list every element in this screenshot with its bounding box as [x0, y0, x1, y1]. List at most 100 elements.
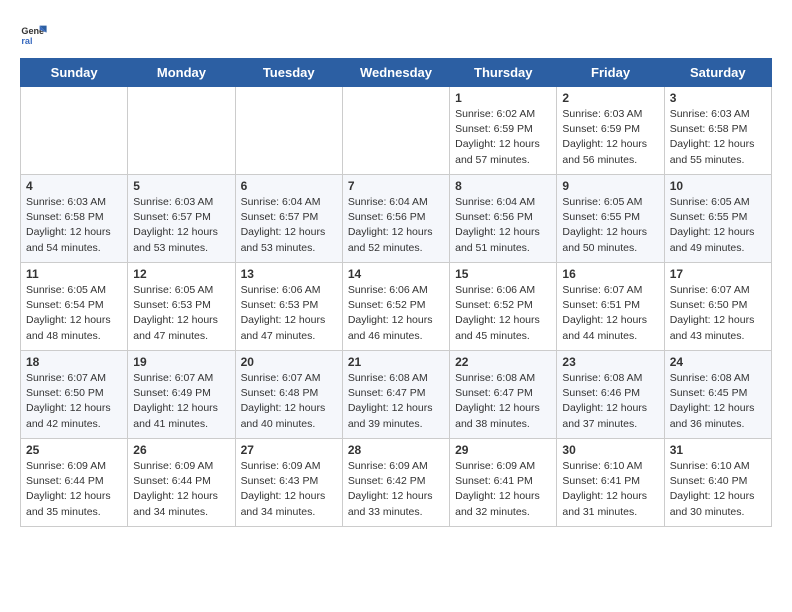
day-info: Sunrise: 6:06 AM Sunset: 6:53 PM Dayligh… [241, 283, 337, 344]
day-info: Sunrise: 6:09 AM Sunset: 6:41 PM Dayligh… [455, 459, 551, 520]
day-number: 14 [348, 267, 444, 281]
day-number: 5 [133, 179, 229, 193]
day-info: Sunrise: 6:09 AM Sunset: 6:43 PM Dayligh… [241, 459, 337, 520]
day-number: 15 [455, 267, 551, 281]
day-info: Sunrise: 6:03 AM Sunset: 6:58 PM Dayligh… [670, 107, 766, 168]
calendar-cell: 1 Sunrise: 6:02 AM Sunset: 6:59 PM Daylig… [450, 87, 557, 175]
logo-icon: Gene ral [20, 20, 48, 48]
day-number: 6 [241, 179, 337, 193]
logo: Gene ral [20, 20, 52, 48]
day-number: 18 [26, 355, 122, 369]
week-row-1: 1 Sunrise: 6:02 AM Sunset: 6:59 PM Daylig… [21, 87, 772, 175]
day-info: Sunrise: 6:04 AM Sunset: 6:56 PM Dayligh… [455, 195, 551, 256]
day-number: 16 [562, 267, 658, 281]
day-info: Sunrise: 6:09 AM Sunset: 6:42 PM Dayligh… [348, 459, 444, 520]
day-number: 27 [241, 443, 337, 457]
calendar-cell: 3Sunrise: 6:03 AM Sunset: 6:58 PM Daylig… [664, 87, 771, 175]
day-header-sunday: Sunday [21, 59, 128, 87]
week-row-3: 11 Sunrise: 6:05 AM Sunset: 6:54 PM Dayli… [21, 263, 772, 351]
day-info: Sunrise: 6:07 AM Sunset: 6:51 PM Dayligh… [562, 283, 658, 344]
calendar-cell: 31Sunrise: 6:10 AM Sunset: 6:40 PM Dayli… [664, 439, 771, 527]
day-number: 4 [26, 179, 122, 193]
calendar-cell: 13 Sunrise: 6:06 AM Sunset: 6:53 PM Dayli… [235, 263, 342, 351]
day-info: Sunrise: 6:06 AM Sunset: 6:52 PM Dayligh… [348, 283, 444, 344]
day-info: Sunrise: 6:07 AM Sunset: 6:48 PM Dayligh… [241, 371, 337, 432]
day-info: Sunrise: 6:05 AM Sunset: 6:55 PM Dayligh… [562, 195, 658, 256]
day-number: 23 [562, 355, 658, 369]
day-number: 22 [455, 355, 551, 369]
calendar-cell: 20Sunrise: 6:07 AM Sunset: 6:48 PM Dayli… [235, 351, 342, 439]
day-number: 8 [455, 179, 551, 193]
day-info: Sunrise: 6:04 AM Sunset: 6:57 PM Dayligh… [241, 195, 337, 256]
calendar-cell: 18 Sunrise: 6:07 AM Sunset: 6:50 PM Dayli… [21, 351, 128, 439]
day-info: Sunrise: 6:03 AM Sunset: 6:59 PM Dayligh… [562, 107, 658, 168]
calendar-cell: 6 Sunrise: 6:04 AM Sunset: 6:57 PM Daylig… [235, 175, 342, 263]
day-info: Sunrise: 6:07 AM Sunset: 6:50 PM Dayligh… [26, 371, 122, 432]
svg-text:ral: ral [21, 36, 32, 46]
week-row-5: 25 Sunrise: 6:09 AM Sunset: 6:44 PM Dayli… [21, 439, 772, 527]
day-number: 13 [241, 267, 337, 281]
day-info: Sunrise: 6:05 AM Sunset: 6:54 PM Dayligh… [26, 283, 122, 344]
day-header-thursday: Thursday [450, 59, 557, 87]
calendar-cell: 29 Sunrise: 6:09 AM Sunset: 6:41 PM Dayli… [450, 439, 557, 527]
day-number: 21 [348, 355, 444, 369]
day-number: 25 [26, 443, 122, 457]
day-info: Sunrise: 6:07 AM Sunset: 6:50 PM Dayligh… [670, 283, 766, 344]
day-number: 24 [670, 355, 766, 369]
week-row-2: 4 Sunrise: 6:03 AM Sunset: 6:58 PM Daylig… [21, 175, 772, 263]
calendar-header: SundayMondayTuesdayWednesdayThursdayFrid… [21, 59, 772, 87]
week-row-4: 18 Sunrise: 6:07 AM Sunset: 6:50 PM Dayli… [21, 351, 772, 439]
day-number: 12 [133, 267, 229, 281]
calendar-cell: 2 Sunrise: 6:03 AM Sunset: 6:59 PM Daylig… [557, 87, 664, 175]
day-info: Sunrise: 6:09 AM Sunset: 6:44 PM Dayligh… [133, 459, 229, 520]
calendar-cell: 16 Sunrise: 6:07 AM Sunset: 6:51 PM Dayli… [557, 263, 664, 351]
calendar-cell: 26 Sunrise: 6:09 AM Sunset: 6:44 PM Dayli… [128, 439, 235, 527]
day-header-friday: Friday [557, 59, 664, 87]
calendar-cell: 25 Sunrise: 6:09 AM Sunset: 6:44 PM Dayli… [21, 439, 128, 527]
calendar-cell: 23Sunrise: 6:08 AM Sunset: 6:46 PM Dayli… [557, 351, 664, 439]
day-number: 9 [562, 179, 658, 193]
calendar-cell [235, 87, 342, 175]
day-number: 17 [670, 267, 766, 281]
day-header-monday: Monday [128, 59, 235, 87]
day-info: Sunrise: 6:03 AM Sunset: 6:58 PM Dayligh… [26, 195, 122, 256]
day-info: Sunrise: 6:05 AM Sunset: 6:55 PM Dayligh… [670, 195, 766, 256]
calendar-cell: 7 Sunrise: 6:04 AM Sunset: 6:56 PM Daylig… [342, 175, 449, 263]
day-number: 26 [133, 443, 229, 457]
day-number: 7 [348, 179, 444, 193]
day-number: 1 [455, 91, 551, 105]
calendar-cell: 10 Sunrise: 6:05 AM Sunset: 6:55 PM Dayli… [664, 175, 771, 263]
day-number: 11 [26, 267, 122, 281]
day-number: 29 [455, 443, 551, 457]
calendar-cell [128, 87, 235, 175]
calendar-table: SundayMondayTuesdayWednesdayThursdayFrid… [20, 58, 772, 527]
day-number: 28 [348, 443, 444, 457]
day-info: Sunrise: 6:06 AM Sunset: 6:52 PM Dayligh… [455, 283, 551, 344]
calendar-cell [342, 87, 449, 175]
calendar-cell: 21 Sunrise: 6:08 AM Sunset: 6:47 PM Dayli… [342, 351, 449, 439]
day-info: Sunrise: 6:08 AM Sunset: 6:47 PM Dayligh… [455, 371, 551, 432]
day-number: 31 [670, 443, 766, 457]
calendar-cell: 27 Sunrise: 6:09 AM Sunset: 6:43 PM Dayli… [235, 439, 342, 527]
day-info: Sunrise: 6:09 AM Sunset: 6:44 PM Dayligh… [26, 459, 122, 520]
day-number: 2 [562, 91, 658, 105]
day-info: Sunrise: 6:03 AM Sunset: 6:57 PM Dayligh… [133, 195, 229, 256]
calendar-cell: 30Sunrise: 6:10 AM Sunset: 6:41 PM Dayli… [557, 439, 664, 527]
calendar-cell: 19Sunrise: 6:07 AM Sunset: 6:49 PM Dayli… [128, 351, 235, 439]
calendar-cell: 14 Sunrise: 6:06 AM Sunset: 6:52 PM Dayli… [342, 263, 449, 351]
days-of-week-row: SundayMondayTuesdayWednesdayThursdayFrid… [21, 59, 772, 87]
calendar-cell [21, 87, 128, 175]
calendar-cell: 4 Sunrise: 6:03 AM Sunset: 6:58 PM Daylig… [21, 175, 128, 263]
day-info: Sunrise: 6:02 AM Sunset: 6:59 PM Dayligh… [455, 107, 551, 168]
day-info: Sunrise: 6:05 AM Sunset: 6:53 PM Dayligh… [133, 283, 229, 344]
calendar-body: 1 Sunrise: 6:02 AM Sunset: 6:59 PM Daylig… [21, 87, 772, 527]
calendar-cell: 11 Sunrise: 6:05 AM Sunset: 6:54 PM Dayli… [21, 263, 128, 351]
day-header-tuesday: Tuesday [235, 59, 342, 87]
calendar-cell: 8 Sunrise: 6:04 AM Sunset: 6:56 PM Daylig… [450, 175, 557, 263]
calendar-cell: 5 Sunrise: 6:03 AM Sunset: 6:57 PM Daylig… [128, 175, 235, 263]
day-number: 10 [670, 179, 766, 193]
day-number: 30 [562, 443, 658, 457]
day-info: Sunrise: 6:07 AM Sunset: 6:49 PM Dayligh… [133, 371, 229, 432]
day-info: Sunrise: 6:04 AM Sunset: 6:56 PM Dayligh… [348, 195, 444, 256]
day-info: Sunrise: 6:08 AM Sunset: 6:47 PM Dayligh… [348, 371, 444, 432]
